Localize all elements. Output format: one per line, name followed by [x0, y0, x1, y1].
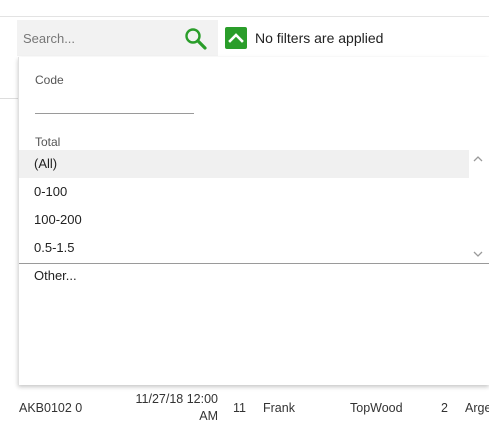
scroll-down-icon[interactable] — [470, 247, 486, 261]
cell-name: Frank — [263, 401, 295, 415]
search-input[interactable] — [17, 20, 177, 56]
list-item[interactable]: 0.5-1.5 — [19, 234, 469, 262]
cell-country: Arge — [465, 401, 489, 415]
total-options-list[interactable]: (All) 0-100 100-200 0.5-1.5 — [19, 150, 489, 264]
filter-dropdown: Code Total (All) 0-100 100-200 0.5-1.5 O… — [18, 57, 489, 385]
cell-code: AKB0102 0 — [19, 401, 83, 415]
cell-count: 11 — [233, 401, 246, 415]
table-row[interactable]: AKB0102 0 11/27/18 12:00 AM 11 Frank Top… — [0, 388, 489, 423]
cell-qty: 2 — [441, 401, 448, 415]
filter-toggle-button[interactable] — [225, 27, 247, 49]
list-item-all[interactable]: (All) — [19, 150, 469, 178]
list-item[interactable]: 0-100 — [19, 178, 469, 206]
code-input[interactable] — [35, 93, 194, 114]
total-label: Total — [35, 135, 61, 149]
chevron-up-icon — [228, 33, 244, 43]
scroll-up-icon[interactable] — [470, 152, 486, 166]
filter-status-text: No filters are applied — [255, 30, 384, 46]
divider — [0, 98, 18, 99]
code-label: Code — [35, 73, 64, 87]
cell-company: TopWood — [350, 401, 403, 415]
search-icon[interactable] — [183, 26, 209, 52]
list-item[interactable]: 100-200 — [19, 206, 469, 234]
other-option[interactable]: Other... — [34, 268, 77, 283]
